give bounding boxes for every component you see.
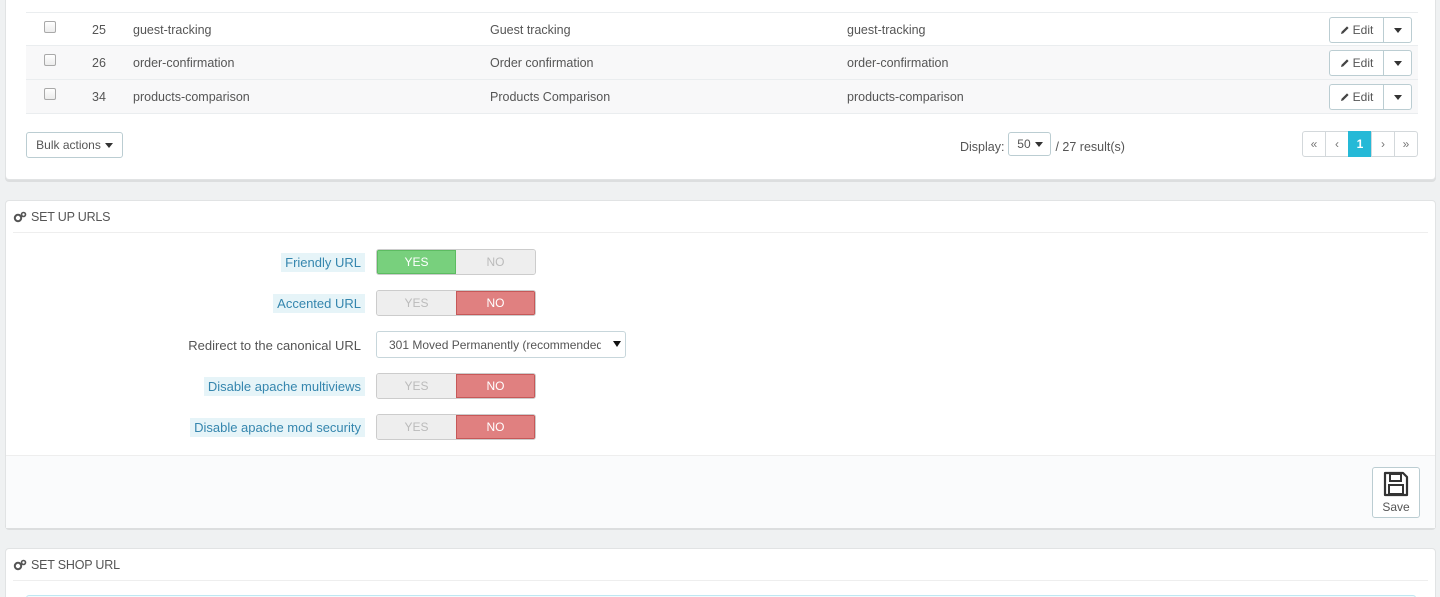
row-actions-dropdown-button[interactable] bbox=[1383, 17, 1412, 43]
table-row: 25 guest-tracking Guest tracking guest-t… bbox=[26, 12, 1418, 46]
row-page: products-comparison bbox=[133, 90, 250, 104]
canonical-redirect-select[interactable]: 301 Moved Permanently (recommended) bbox=[376, 331, 626, 358]
row-title: Products Comparison bbox=[490, 90, 611, 104]
switch-yes-option[interactable]: YES bbox=[377, 291, 456, 315]
url-list-panel: 25 guest-tracking Guest tracking guest-t… bbox=[5, 0, 1436, 180]
prev-page-button[interactable]: ‹ bbox=[1325, 131, 1349, 157]
row-rewrite: order-confirmation bbox=[847, 56, 949, 70]
row-checkbox[interactable] bbox=[44, 21, 56, 33]
row-page: guest-tracking bbox=[133, 23, 212, 37]
edit-label: Edit bbox=[1352, 90, 1374, 104]
row-id: 25 bbox=[92, 23, 106, 37]
row-rewrite: products-comparison bbox=[847, 90, 964, 104]
pagination-display: Display: 50 / 27 result(s) bbox=[960, 132, 1125, 156]
bulk-actions-label: Bulk actions bbox=[36, 138, 101, 152]
caret-down-icon bbox=[1393, 60, 1402, 66]
canonical-redirect-row: Redirect to the canonical URL 301 Moved … bbox=[6, 331, 1437, 358]
panel-heading: SET SHOP URL bbox=[13, 549, 1428, 581]
switch-no-option[interactable]: NO bbox=[456, 415, 535, 439]
edit-button[interactable]: Edit bbox=[1329, 17, 1383, 43]
setup-urls-panel: SET UP URLS Friendly URL YES NO Accented… bbox=[5, 200, 1436, 528]
apache-mod-security-label: Disable apache mod security bbox=[190, 418, 365, 437]
row-actions: Edit bbox=[1329, 50, 1412, 76]
accented-url-row: Accented URL YES NO bbox=[6, 290, 1437, 316]
table-footer: Bulk actions Display: 50 / 27 result(s) … bbox=[26, 131, 1418, 159]
caret-down-icon bbox=[1393, 27, 1402, 33]
save-label: Save bbox=[1382, 500, 1410, 514]
canonical-redirect-label: Redirect to the canonical URL bbox=[188, 338, 361, 353]
next-page-button[interactable]: › bbox=[1371, 131, 1395, 157]
switch-no-option[interactable]: NO bbox=[456, 374, 535, 398]
panel-title: SET UP URLS bbox=[31, 209, 111, 224]
select-value: 301 Moved Permanently (recommended) bbox=[389, 337, 601, 352]
dropdown-arrow-icon bbox=[613, 341, 621, 347]
bulk-actions-button[interactable]: Bulk actions bbox=[26, 132, 123, 158]
switch-no-option[interactable]: NO bbox=[456, 250, 535, 274]
accented-url-label: Accented URL bbox=[273, 294, 365, 313]
per-page-value: 50 bbox=[1017, 137, 1031, 151]
caret-down-icon bbox=[1393, 94, 1402, 100]
pagination: « ‹ 1 › » bbox=[1302, 131, 1418, 157]
pencil-icon bbox=[1340, 26, 1349, 34]
save-button[interactable]: Save bbox=[1372, 467, 1420, 518]
edit-button[interactable]: Edit bbox=[1329, 84, 1383, 110]
friendly-url-switch[interactable]: YES NO bbox=[376, 249, 536, 275]
panel-footer: Save bbox=[6, 455, 1435, 528]
row-title: Order confirmation bbox=[490, 56, 594, 70]
row-checkbox[interactable] bbox=[44, 54, 56, 66]
row-id: 26 bbox=[92, 56, 106, 70]
switch-yes-option[interactable]: YES bbox=[377, 415, 456, 439]
apache-multiviews-label: Disable apache multiviews bbox=[203, 377, 365, 396]
cogs-icon bbox=[13, 559, 27, 570]
caret-down-icon bbox=[1034, 141, 1043, 147]
switch-no-option[interactable]: NO bbox=[456, 291, 535, 315]
panel-heading: SET UP URLS bbox=[13, 201, 1428, 233]
accented-url-switch[interactable]: YES NO bbox=[376, 290, 536, 316]
row-page: order-confirmation bbox=[133, 56, 235, 70]
edit-label: Edit bbox=[1352, 23, 1374, 37]
apache-multiviews-switch[interactable]: YES NO bbox=[376, 373, 536, 399]
results-count: / 27 result(s) bbox=[1055, 139, 1125, 154]
row-id: 34 bbox=[92, 90, 106, 104]
switch-yes-option[interactable]: YES bbox=[377, 374, 456, 398]
row-actions-dropdown-button[interactable] bbox=[1383, 84, 1412, 110]
friendly-url-row: Friendly URL YES NO bbox=[6, 249, 1437, 275]
save-icon bbox=[1383, 471, 1409, 497]
panel-title: SET SHOP URL bbox=[31, 557, 120, 572]
switch-yes-option[interactable]: YES bbox=[377, 250, 456, 274]
row-actions: Edit bbox=[1329, 84, 1412, 110]
edit-button[interactable]: Edit bbox=[1329, 50, 1383, 76]
apache-mod-security-switch[interactable]: YES NO bbox=[376, 414, 536, 440]
edit-label: Edit bbox=[1352, 56, 1374, 70]
friendly-url-label: Friendly URL bbox=[281, 253, 365, 272]
caret-down-icon bbox=[104, 142, 113, 148]
row-rewrite: guest-tracking bbox=[847, 23, 926, 37]
table-row: 34 products-comparison Products Comparis… bbox=[26, 80, 1418, 114]
pencil-icon bbox=[1340, 93, 1349, 101]
display-label: Display: bbox=[960, 139, 1005, 154]
first-page-button[interactable]: « bbox=[1302, 131, 1326, 157]
row-checkbox[interactable] bbox=[44, 88, 56, 100]
row-title: Guest tracking bbox=[490, 23, 571, 37]
row-actions: Edit bbox=[1329, 17, 1412, 43]
pencil-icon bbox=[1340, 59, 1349, 67]
current-page-button[interactable]: 1 bbox=[1348, 131, 1372, 157]
apache-mod-security-row: Disable apache mod security YES NO bbox=[6, 414, 1437, 440]
table-row: 26 order-confirmation Order confirmation… bbox=[26, 46, 1418, 80]
apache-multiviews-row: Disable apache multiviews YES NO bbox=[6, 373, 1437, 399]
set-shop-url-panel: SET SHOP URL bbox=[5, 548, 1436, 597]
cogs-icon bbox=[13, 211, 27, 222]
meta-pages-table: 25 guest-tracking Guest tracking guest-t… bbox=[26, 12, 1418, 114]
last-page-button[interactable]: » bbox=[1394, 131, 1418, 157]
row-actions-dropdown-button[interactable] bbox=[1383, 50, 1412, 76]
per-page-dropdown[interactable]: 50 bbox=[1008, 132, 1052, 156]
